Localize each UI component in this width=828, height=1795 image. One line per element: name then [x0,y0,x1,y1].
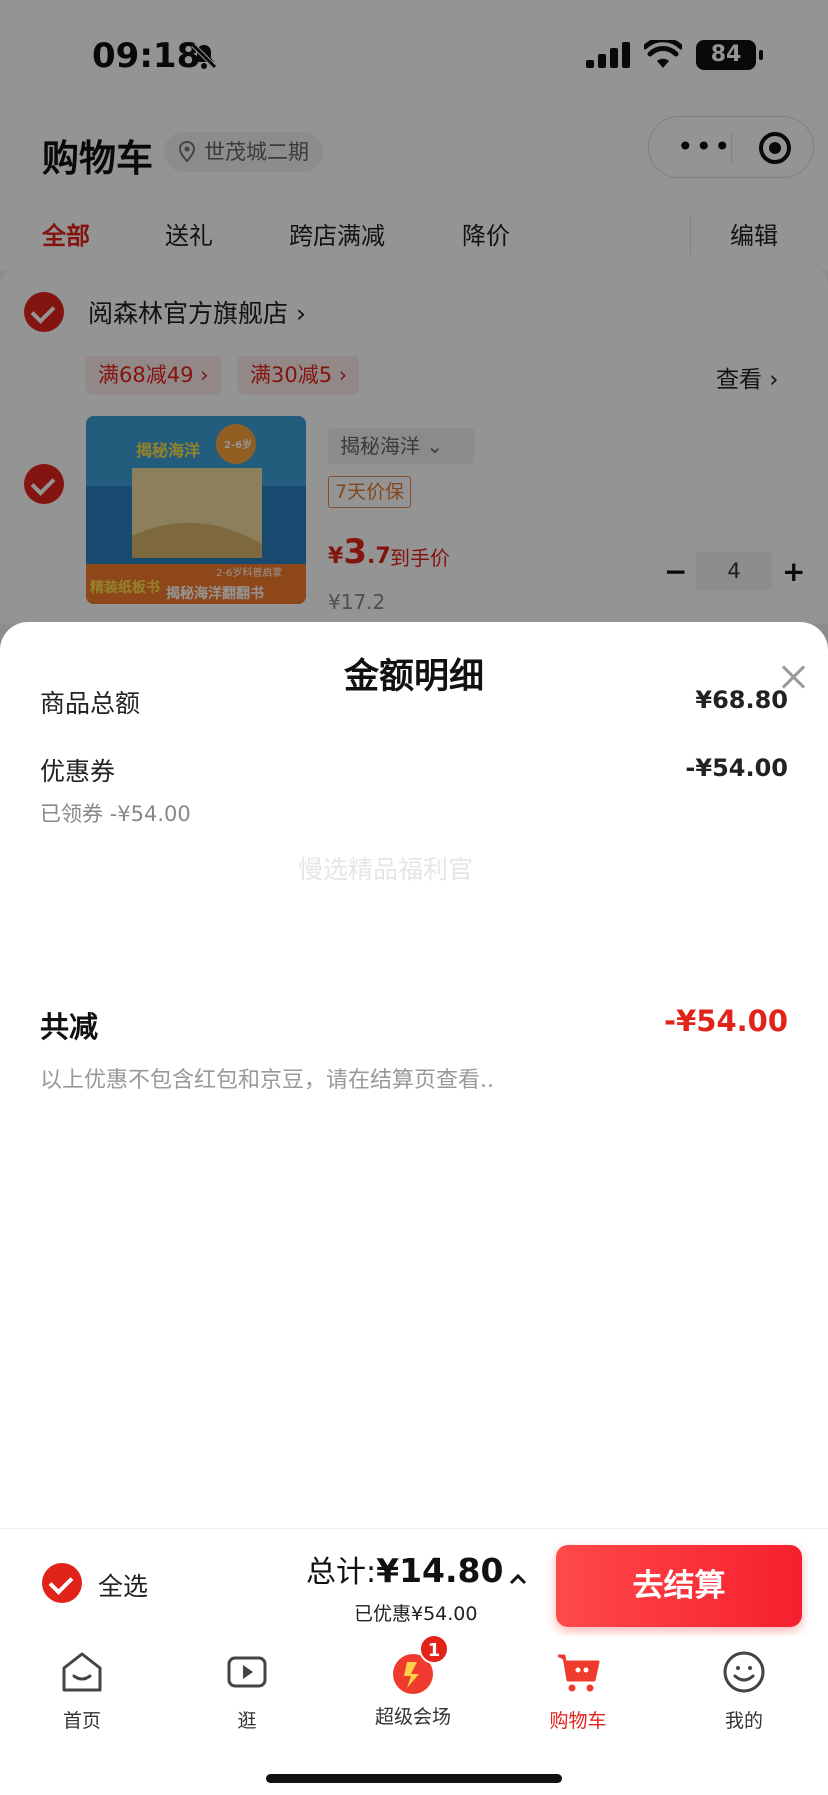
super-venue-icon: 1 [389,1634,449,1696]
amount-detail-sheet: 金额明细 商品总额 ¥68.80 慢选精品福利官 优惠券 -¥54.00 已领券… [0,622,828,1528]
home-icon [62,1652,102,1692]
tab-home[interactable]: 首页 [22,1648,142,1733]
tab-mine[interactable]: 我的 [684,1648,804,1733]
goods-total-value: ¥68.80 [695,686,788,714]
tab-browse[interactable]: 逛 [187,1648,307,1733]
notification-badge: 1 [419,1634,449,1664]
smiley-profile-icon [723,1651,765,1693]
tab-super-venue[interactable]: 1 超级会场 [353,1634,473,1729]
home-indicator [266,1774,562,1783]
saved-amount: 已优惠¥54.00 [354,1603,478,1625]
tab-cart[interactable]: 购物车 [518,1648,638,1733]
tab-home-label: 首页 [62,1710,101,1732]
video-play-icon [227,1656,267,1688]
checkout-button[interactable]: 去结算 [556,1545,802,1627]
watermark-text: 慢选精品福利官 [298,855,474,884]
total-price: 总计:¥14.80 [306,1551,504,1590]
tab-mine-label: 我的 [724,1710,763,1732]
tab-super-venue-label: 超级会场 [374,1706,451,1728]
total-discount-value: -¥54.00 [664,1004,788,1038]
checkout-bar: 全选 总计:¥14.80 已优惠¥54.00 去结算 [0,1528,828,1636]
discount-note: 以上优惠不包含红包和京豆，请在结算页查看.. [40,1068,494,1093]
select-all-checkbox[interactable] [42,1563,82,1603]
goods-total-label-text: 商品总额 [40,689,141,718]
coupon-value: -¥54.00 [685,754,788,782]
total-discount-label: 共减 [40,1010,99,1044]
tab-browse-label: 逛 [237,1710,257,1732]
coupon-claimed-detail: 已领券 -¥54.00 [40,802,191,826]
chevron-up-icon[interactable] [508,1569,528,1589]
tab-cart-label: 购物车 [549,1710,607,1732]
cart-icon [558,1654,600,1692]
select-all-label[interactable]: 全选 [98,1567,148,1603]
coupon-label: 优惠券 [40,757,116,786]
bottom-tab-bar: 首页 逛 1 超级会场 购物车 我的 [0,1634,828,1795]
